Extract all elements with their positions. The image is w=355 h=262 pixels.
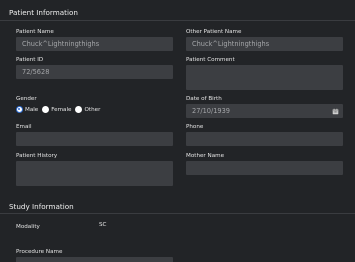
phone-label: Phone bbox=[186, 124, 204, 130]
other-patient-name-label: Other Patient Name bbox=[186, 29, 242, 35]
patient-id-input[interactable]: 72/5628 bbox=[16, 65, 173, 79]
dob-label: Date of Birth bbox=[186, 96, 222, 102]
patient-id-label: Patient ID bbox=[16, 57, 44, 63]
patient-name-input[interactable]: Chuck^Lightningthighs bbox=[16, 37, 173, 51]
radio-unchecked-icon[interactable] bbox=[42, 106, 50, 113]
calendar-icon[interactable] bbox=[332, 108, 339, 115]
email-input[interactable] bbox=[16, 132, 173, 146]
gender-option-label: Male bbox=[25, 106, 39, 113]
email-label: Email bbox=[16, 124, 32, 130]
gender-option-other[interactable]: Other bbox=[75, 106, 100, 113]
modality-label: Modality bbox=[16, 224, 40, 230]
other-patient-name-input[interactable]: Chuck^Lightningthighs bbox=[186, 37, 343, 51]
gender-radio-group: Male Female Other bbox=[16, 106, 104, 113]
gender-option-male[interactable]: Male bbox=[16, 106, 38, 113]
mother-name-label: Mother Name bbox=[186, 153, 225, 159]
modality-value: SC bbox=[99, 222, 107, 228]
gender-label: Gender bbox=[16, 96, 37, 102]
dob-input[interactable]: 27/10/1939 bbox=[186, 104, 343, 118]
gender-option-female[interactable]: Female bbox=[42, 106, 71, 113]
patient-comment-textarea[interactable] bbox=[186, 65, 343, 90]
section-divider bbox=[0, 20, 355, 21]
radio-unchecked-icon[interactable] bbox=[75, 106, 83, 113]
study-info-title: Study Information bbox=[9, 202, 74, 211]
procedure-name-label: Procedure Name bbox=[16, 249, 63, 255]
patient-form: Patient Information Patient Name Chuck^L… bbox=[0, 0, 355, 262]
dob-value: 27/10/1939 bbox=[192, 107, 231, 115]
procedure-name-input[interactable] bbox=[16, 257, 173, 262]
gender-option-label: Other bbox=[84, 106, 101, 113]
patient-comment-label: Patient Comment bbox=[186, 57, 235, 63]
patient-info-title: Patient Information bbox=[9, 8, 78, 17]
section-divider bbox=[0, 213, 355, 214]
gender-option-label: Female bbox=[51, 106, 72, 113]
radio-checked-icon[interactable] bbox=[16, 106, 23, 113]
patient-name-label: Patient Name bbox=[16, 29, 54, 35]
phone-input[interactable] bbox=[186, 132, 343, 146]
mother-name-input[interactable] bbox=[186, 161, 343, 175]
patient-history-textarea[interactable] bbox=[16, 161, 173, 186]
patient-history-label: Patient History bbox=[16, 153, 58, 159]
